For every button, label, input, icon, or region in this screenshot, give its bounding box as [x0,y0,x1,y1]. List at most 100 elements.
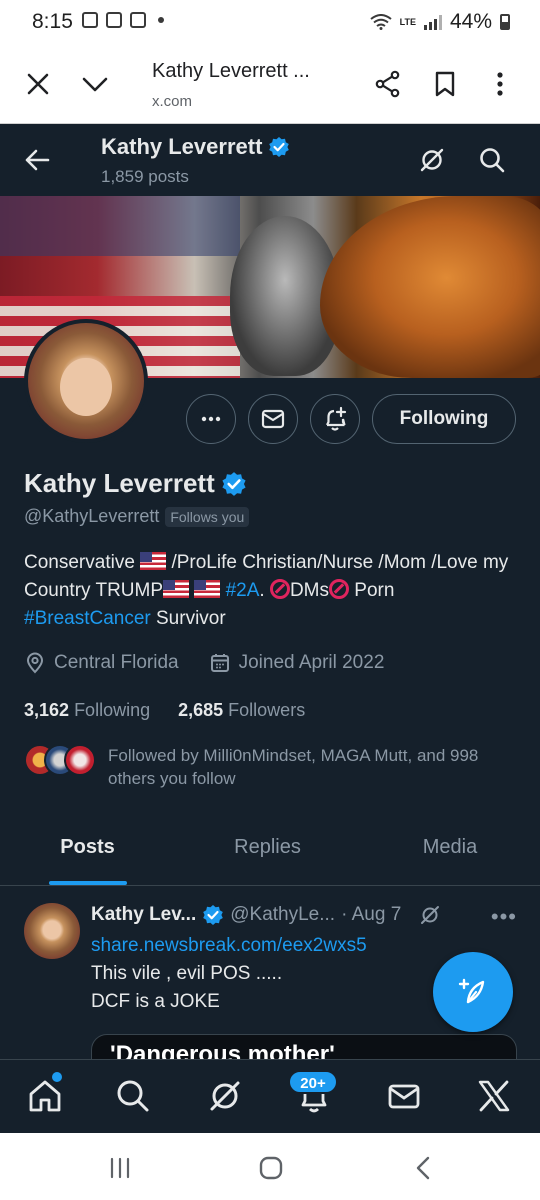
post-text-line: DCF is a JOKE [91,991,220,1012]
profile-meta: Central Florida Joined April 2022 [24,652,384,674]
verified-badge-icon [269,137,290,157]
status-time: 8:15 [32,10,73,33]
bio-text: Conservative [24,552,141,573]
followers-label: Followers [228,700,306,720]
android-status-bar: 8:15 LTE 44% [0,0,540,44]
back-icon[interactable] [413,1155,433,1181]
android-navigation-bar [0,1133,540,1200]
bio-text: Porn [349,580,395,601]
profile-joined-date: Joined April 2022 [238,652,385,673]
post-more-icon[interactable]: ••• [491,904,517,930]
profile-stats: 3,162 Following 2,685 Followers [24,700,305,721]
call-notification-icon [106,12,122,28]
tab-media[interactable]: Media [360,808,540,885]
browser-toolbar: Kathy Leverrett ... x.com [0,44,540,124]
post-date: · Aug 7 [341,904,402,925]
bio-text: . [259,580,270,601]
profile-name-text: Kathy Leverrett [24,468,215,498]
avatar[interactable] [24,903,80,959]
home-unread-dot [52,1072,62,1082]
profile-avatar[interactable] [24,319,148,443]
search-icon[interactable] [115,1078,151,1114]
profile-top-bar: Kathy Leverrett 1,859 posts [0,124,540,196]
calendar-notification-icon [130,12,146,28]
post-link[interactable]: share.newsbreak.com/eex2wxs5 [91,935,367,957]
following-stat[interactable]: 3,162 Following [24,700,150,721]
more-horizontal-icon [201,416,221,422]
post-author-name: Kathy Lev... [91,904,197,925]
x-logo-icon[interactable] [476,1078,512,1114]
post-header: Kathy Lev... @KathyLe... · Aug 7 ••• [91,904,521,929]
more-notifications-dot-icon [158,17,164,23]
signal-strength-icon [423,14,442,30]
followers-count: 2,685 [178,700,224,720]
profile-location: Central Florida [54,652,179,673]
grok-icon[interactable] [207,1078,243,1114]
message-button[interactable] [248,394,298,444]
grok-icon[interactable] [419,904,441,926]
banner-flag-stars [0,196,240,256]
following-button[interactable]: Following [372,394,516,444]
notification-bell-plus-icon [326,406,347,431]
close-icon[interactable] [24,70,52,98]
chevron-down-icon[interactable] [80,70,110,98]
mutual-follower-avatars [24,744,96,776]
hashtag-link[interactable]: #BreastCancer [24,608,151,629]
us-flag-emoji [140,552,167,570]
followed-by-row[interactable]: Followed by Milli0nMindset, MAGA Mutt, a… [24,744,508,790]
banner-lion [320,196,540,378]
prohibited-emoji [269,579,290,599]
recent-apps-icon[interactable] [108,1157,132,1179]
hashtag-link[interactable]: #2A [226,580,260,601]
location-pin-icon [26,652,44,674]
calendar-icon [210,654,229,672]
status-system-icons: LTE 44% [370,10,510,34]
post-text-line: This vile , evil POS ..... [91,963,283,984]
mail-icon [261,409,285,429]
profile-bio: Conservative /ProLife Christian/Nurse /M… [24,549,524,633]
gallery-notification-icon [82,12,98,28]
link-preview-card[interactable]: 'Dangerous mother' [91,1034,517,1059]
notify-button[interactable] [310,394,360,444]
verified-badge-icon [203,905,224,925]
followed-by-text: Followed by Milli0nMindset, MAGA Mutt, a… [108,746,479,788]
compose-post-button[interactable] [433,952,513,1032]
follows-you-badge: Follows you [165,506,250,527]
profile-handle: @KathyLeverrett Follows you [24,506,250,527]
post-author-handle: @KathyLe... [230,904,336,925]
profile-more-button[interactable] [186,394,236,444]
tab-replies[interactable]: Replies [175,808,360,885]
home-icon[interactable] [27,1078,63,1114]
grok-icon[interactable] [418,146,446,174]
us-flag-emoji [163,580,190,598]
tab-posts[interactable]: Posts [0,808,175,885]
battery-percent: 44% [449,10,492,33]
bottom-navigation: 20+ [0,1059,540,1133]
link-preview-title: 'Dangerous mother' [110,1041,335,1059]
following-count: 3,162 [24,700,70,720]
share-icon[interactable] [374,70,402,98]
home-button-icon[interactable] [258,1155,284,1181]
back-arrow-icon[interactable] [24,148,50,172]
followers-stat[interactable]: 2,685 Followers [178,700,305,721]
browser-url: x.com [152,93,193,110]
us-flag-emoji [194,580,221,598]
bio-text: DMs [289,580,330,601]
volte-lte-label: LTE [399,16,416,27]
profile-handle-text: @KathyLeverrett [24,506,160,526]
mail-icon[interactable] [386,1078,422,1114]
browser-page-title: Kathy Leverrett ... [152,60,310,82]
following-label: Following [74,700,151,720]
verified-badge-icon [222,471,246,496]
battery-icon [500,14,510,30]
bookmark-icon[interactable] [434,70,456,98]
wifi-icon [370,14,392,30]
search-icon[interactable] [478,146,506,174]
more-vertical-icon[interactable] [490,70,510,98]
profile-name: Kathy Leverrett [24,468,247,499]
prohibited-emoji [329,579,350,599]
notifications-badge: 20+ [288,1070,338,1094]
header-profile-name: Kathy Leverrett [101,134,290,160]
profile-tabs: Posts Replies Media [0,808,540,886]
bio-text: Survivor [150,608,226,629]
